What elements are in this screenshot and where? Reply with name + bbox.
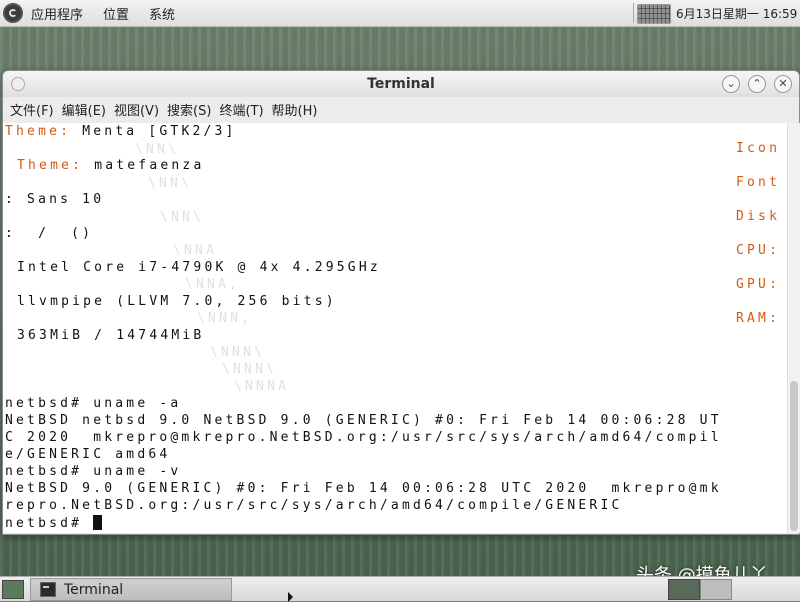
terminal-prompt-line: netbsd#: [5, 515, 103, 531]
scrollbar[interactable]: [787, 123, 800, 533]
menu-file[interactable]: 文件(F): [10, 100, 54, 119]
top-panel: 应用程序 位置 系统 6月13日星期一 16:59: [0, 0, 800, 27]
close-icon[interactable]: ✕: [774, 75, 792, 93]
info-label-disk: Disk: [736, 209, 781, 224]
info-value: matefaenza: [94, 158, 205, 173]
scrollbar-thumb[interactable]: [790, 381, 798, 531]
mate-logo-icon[interactable]: [3, 3, 23, 23]
info-ram: 363MiB / 14744MiB: [17, 328, 205, 343]
terminal-output[interactable]: \NN\ \NN\ \NN\ \NNA \NNA, \NNN, \NNN\ \N…: [3, 123, 787, 533]
info-icon-theme: Theme: matefaenza: [17, 158, 204, 173]
window-menubar: 文件(F) 编辑(E) 视图(V) 搜索(S) 终端(T) 帮助(H): [3, 97, 799, 121]
window-title: Terminal: [367, 76, 435, 92]
menu-view[interactable]: 视图(V): [114, 100, 159, 119]
menu-help[interactable]: 帮助(H): [272, 100, 318, 119]
menu-terminal[interactable]: 终端(T): [219, 100, 263, 119]
taskbar-terminal-button[interactable]: Terminal: [30, 578, 232, 601]
terminal-icon: [40, 582, 56, 597]
show-desktop-icon[interactable]: [2, 580, 24, 599]
minimize-icon[interactable]: ⌄: [722, 75, 740, 93]
window-titlebar[interactable]: Terminal ⌄ ⌃ ✕: [3, 71, 799, 97]
info-gpu: llvmpipe (LLVM 7.0, 256 bits): [17, 294, 337, 309]
ascii-art-line: \NNN\: [222, 362, 278, 377]
workspace-2[interactable]: [700, 579, 732, 600]
info-label-gpu: GPU:: [736, 277, 781, 292]
info-label: Theme:: [17, 158, 84, 173]
info-label-cpu: CPU:: [736, 243, 781, 258]
panel-separator: [633, 3, 634, 23]
clock[interactable]: 6月13日星期一 16:59: [676, 5, 797, 22]
info-cpu: Intel Core i7-4790K @ 4x 4.295GHz: [17, 260, 381, 275]
ascii-art-line: \NNA,: [185, 277, 241, 292]
info-label-font: Font: [736, 175, 781, 190]
ascii-art-line: \NN\: [135, 142, 180, 157]
bottom-panel: Terminal: [0, 576, 800, 601]
maximize-icon[interactable]: ⌃: [748, 75, 766, 93]
terminal-line: netbsd# uname -a: [5, 396, 182, 411]
menu-system[interactable]: 系统: [149, 4, 175, 23]
terminal-window: Terminal ⌄ ⌃ ✕ 文件(F) 编辑(E) 视图(V) 搜索(S) 终…: [2, 70, 800, 535]
ascii-art-line: \NNN\: [210, 345, 266, 360]
taskbar-label: Terminal: [64, 581, 124, 598]
terminal-cursor: [93, 515, 103, 530]
menu-places[interactable]: 位置: [103, 4, 129, 23]
terminal-line: NetBSD netbsd 9.0 NetBSD 9.0 (GENERIC) #…: [5, 413, 722, 428]
info-font: : Sans 10: [5, 192, 105, 207]
ascii-art-line: \NN\: [148, 176, 193, 191]
terminal-line: repro.NetBSD.org:/usr/src/sys/arch/amd64…: [5, 498, 623, 513]
info-theme: Theme: Menta [GTK2/3]: [5, 124, 237, 139]
ascii-art-line: \NNNA: [234, 379, 290, 394]
menu-search[interactable]: 搜索(S): [167, 100, 211, 119]
menu-applications[interactable]: 应用程序: [31, 4, 83, 23]
info-label-ram: RAM:: [736, 311, 781, 326]
info-value: Menta [GTK2/3]: [82, 124, 237, 139]
workspace-1[interactable]: [668, 579, 700, 600]
terminal-prompt: netbsd#: [5, 516, 94, 531]
terminal-line: e/GENERIC amd64: [5, 447, 171, 462]
ascii-art-line: \NN\: [160, 210, 205, 225]
keyboard-icon[interactable]: [637, 4, 671, 24]
menu-edit[interactable]: 编辑(E): [62, 100, 106, 119]
terminal-line: C 2020 mkrepro@mkrepro.NetBSD.org:/usr/s…: [5, 430, 722, 445]
info-label-icon: Icon: [736, 141, 781, 156]
ascii-art-line: \NNA: [173, 243, 218, 258]
terminal-line: netbsd# uname -v: [5, 464, 182, 479]
terminal-line: NetBSD 9.0 (GENERIC) #0: Fri Feb 14 00:0…: [5, 481, 722, 496]
info-disk: : / (): [5, 226, 94, 241]
info-label: Theme:: [5, 124, 72, 139]
mouse-pointer-icon: [288, 592, 293, 602]
ascii-art-line: \NNN,: [197, 311, 253, 326]
